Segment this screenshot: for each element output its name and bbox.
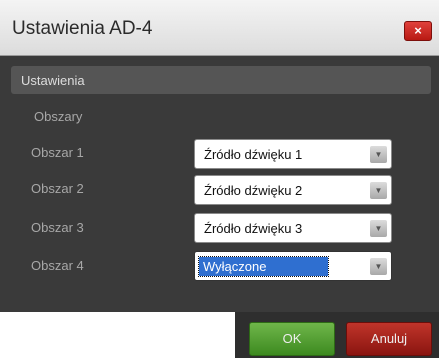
area-4-label: Obszar 4 (31, 258, 84, 273)
area-3-select[interactable]: Źródło dźwięku 3 ▼ (194, 213, 392, 243)
area-2-label: Obszar 2 (31, 181, 84, 196)
close-button[interactable]: × (404, 21, 432, 41)
chevron-down-icon[interactable]: ▼ (370, 220, 387, 237)
chevron-down-icon[interactable]: ▼ (370, 146, 387, 163)
settings-dialog: Ustawienia AD-4 × Ustawienia Obszary Obs… (0, 0, 439, 312)
cancel-button[interactable]: Anuluj (346, 322, 432, 356)
area-2-value: Źródło dźwięku 2 (204, 183, 303, 198)
chevron-down-icon[interactable]: ▼ (370, 258, 387, 275)
area-1-label: Obszar 1 (31, 145, 84, 160)
section-header: Ustawienia (11, 66, 431, 94)
close-icon: × (414, 23, 422, 38)
area-1-select[interactable]: Źródło dźwięku 1 ▼ (194, 139, 392, 169)
dialog-title: Ustawienia AD-4 (12, 18, 153, 39)
ok-button[interactable]: OK (249, 322, 335, 356)
area-4-select[interactable]: Wyłączone ▼ (194, 251, 392, 281)
chevron-down-icon[interactable]: ▼ (370, 182, 387, 199)
area-3-label: Obszar 3 (31, 220, 84, 235)
area-3-value: Źródło dźwięku 3 (204, 221, 303, 236)
area-2-select[interactable]: Źródło dźwięku 2 ▼ (194, 175, 392, 205)
area-4-value: Wyłączone (197, 256, 330, 277)
section-header-label: Ustawienia (21, 73, 85, 88)
area-1-value: Źródło dźwięku 1 (204, 147, 303, 162)
group-label-areas: Obszary (34, 109, 83, 124)
title-bar: Ustawienia AD-4 × (0, 0, 439, 56)
